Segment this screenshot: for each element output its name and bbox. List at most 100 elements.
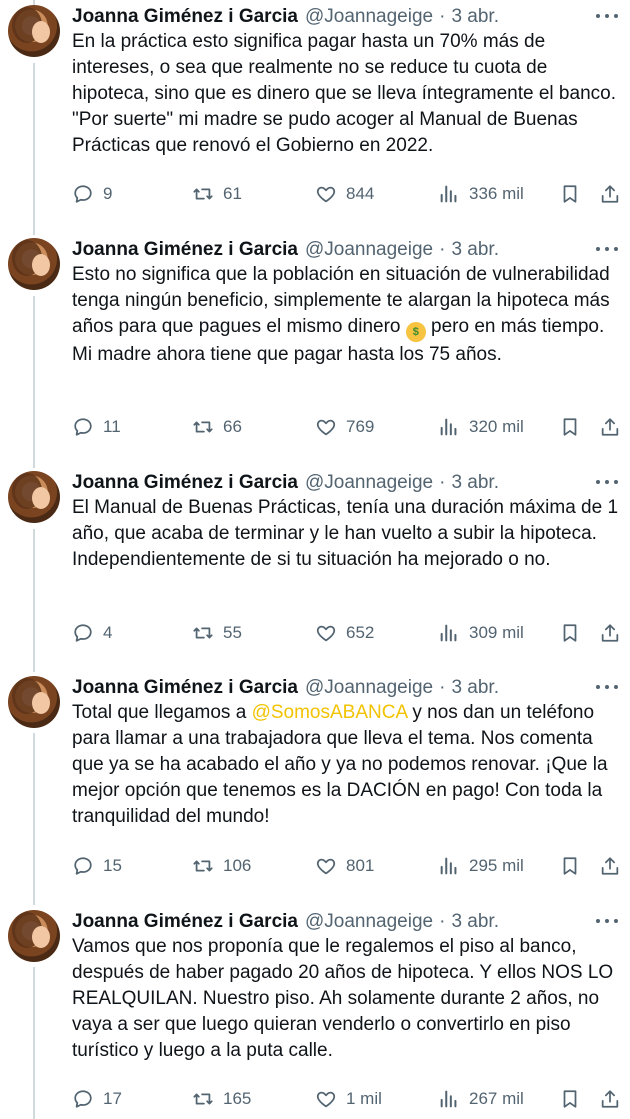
avatar[interactable] xyxy=(8,238,60,290)
bookmark-button[interactable] xyxy=(559,180,581,208)
bookmark-button[interactable] xyxy=(559,1085,581,1113)
tweet-date[interactable]: 3 abr. xyxy=(451,677,499,699)
author-handle[interactable]: @Joannageige xyxy=(305,677,433,699)
tweet[interactable]: Joanna Giménez i Garcia @Joannageige · 3… xyxy=(0,471,630,670)
retweet-button[interactable]: 66 xyxy=(192,413,242,441)
views-button[interactable]: 336 mil xyxy=(438,180,524,208)
tweet-actions: 17 165 1 mil 267 mil xyxy=(72,1085,622,1113)
like-count: 844 xyxy=(346,184,375,203)
share-button[interactable] xyxy=(599,1085,621,1113)
tweet[interactable]: Joanna Giménez i Garcia @Joannageige · 3… xyxy=(0,910,630,1119)
views-count: 309 mil xyxy=(469,623,524,642)
reply-button[interactable]: 4 xyxy=(72,619,112,647)
avatar[interactable] xyxy=(8,5,60,57)
views-button[interactable]: 267 mil xyxy=(438,1085,524,1113)
share-button[interactable] xyxy=(599,619,621,647)
reply-button[interactable]: 11 xyxy=(72,413,121,441)
share-upload-icon xyxy=(601,185,619,203)
mention-link[interactable]: @SomosABANCA xyxy=(252,702,408,723)
reply-button[interactable]: 17 xyxy=(72,1085,122,1113)
tweet-actions: 11 66 769 320 mil xyxy=(72,413,622,441)
tweet-text: Vamos que nos proponía que le regalemos … xyxy=(72,936,614,1061)
like-button[interactable]: 844 xyxy=(315,180,374,208)
retweet-icon xyxy=(193,627,213,639)
separator-dot: · xyxy=(439,6,446,27)
more-dots-icon[interactable] xyxy=(596,682,618,692)
reply-count: 9 xyxy=(103,184,113,203)
views-count: 267 mil xyxy=(469,1089,524,1108)
bookmark-icon xyxy=(563,185,577,203)
tweet[interactable]: Joanna Giménez i Garcia @Joannageige · 3… xyxy=(0,5,630,233)
avatar[interactable] xyxy=(8,676,60,728)
heart-icon xyxy=(316,1091,336,1108)
retweet-button[interactable]: 55 xyxy=(192,619,242,647)
tweet-date[interactable]: 3 abr. xyxy=(451,472,499,494)
like-count: 801 xyxy=(346,856,375,875)
tweet-text: Esto no significa que la población en si… xyxy=(72,262,622,368)
separator-dot: · xyxy=(439,677,446,698)
share-button[interactable] xyxy=(599,413,621,441)
bookmark-button[interactable] xyxy=(559,413,581,441)
retweet-count: 61 xyxy=(223,184,242,203)
retweet-icon xyxy=(193,188,213,200)
retweet-count: 55 xyxy=(223,623,242,642)
like-button[interactable]: 801 xyxy=(315,852,374,880)
separator-dot: · xyxy=(439,911,446,932)
author-name[interactable]: Joanna Giménez i Garcia xyxy=(72,911,298,933)
share-upload-icon xyxy=(601,857,619,875)
share-button[interactable] xyxy=(599,852,621,880)
tweet[interactable]: Joanna Giménez i Garcia @Joannageige · 3… xyxy=(0,238,630,466)
author-name[interactable]: Joanna Giménez i Garcia xyxy=(72,6,298,28)
more-dots-icon[interactable] xyxy=(596,244,618,254)
retweet-button[interactable]: 165 xyxy=(192,1085,251,1113)
like-button[interactable]: 1 mil xyxy=(315,1085,382,1113)
bar-chart-icon xyxy=(440,624,457,642)
heart-icon xyxy=(316,419,336,436)
tweet-header: Joanna Giménez i Garcia @Joannageige · 3… xyxy=(72,238,499,262)
author-handle[interactable]: @Joannageige xyxy=(305,6,433,28)
reply-button[interactable]: 15 xyxy=(72,852,122,880)
share-upload-icon xyxy=(601,418,619,436)
retweet-button[interactable]: 106 xyxy=(192,852,251,880)
avatar[interactable] xyxy=(8,471,60,523)
money-mouth-face-emoji: $ xyxy=(405,322,426,342)
retweet-icon xyxy=(193,860,213,872)
author-handle[interactable]: @Joannageige xyxy=(305,472,433,494)
bookmark-button[interactable] xyxy=(559,852,581,880)
tweet-date[interactable]: 3 abr. xyxy=(451,911,499,933)
reply-button[interactable]: 9 xyxy=(72,180,112,208)
retweet-icon xyxy=(193,421,213,433)
share-button[interactable] xyxy=(599,180,621,208)
bar-chart-icon xyxy=(440,418,457,436)
bookmark-button[interactable] xyxy=(559,619,581,647)
author-name[interactable]: Joanna Giménez i Garcia xyxy=(72,472,298,494)
more-dots-icon[interactable] xyxy=(596,477,618,487)
author-name[interactable]: Joanna Giménez i Garcia xyxy=(72,239,298,261)
bar-chart-icon xyxy=(440,185,457,203)
bar-chart-icon xyxy=(440,1090,457,1108)
more-dots-icon[interactable] xyxy=(596,11,618,21)
retweet-icon xyxy=(193,1093,213,1105)
views-button[interactable]: 295 mil xyxy=(438,852,524,880)
reply-count: 11 xyxy=(103,417,121,436)
tweet-date[interactable]: 3 abr. xyxy=(451,239,499,261)
author-handle[interactable]: @Joannageige xyxy=(305,239,433,261)
bookmark-icon xyxy=(563,624,577,642)
tweet[interactable]: Joanna Giménez i Garcia @Joannageige · 3… xyxy=(0,676,630,904)
more-dots-icon[interactable] xyxy=(596,916,618,926)
reply-count: 4 xyxy=(103,623,113,642)
tweet-actions: 15 106 801 295 mil xyxy=(72,852,622,880)
views-count: 295 mil xyxy=(469,856,524,875)
author-name[interactable]: Joanna Giménez i Garcia xyxy=(72,677,298,699)
views-button[interactable]: 320 mil xyxy=(438,413,524,441)
tweet-date[interactable]: 3 abr. xyxy=(451,6,499,28)
like-button[interactable]: 652 xyxy=(315,619,374,647)
avatar[interactable] xyxy=(8,910,60,962)
retweet-button[interactable]: 61 xyxy=(192,180,242,208)
views-button[interactable]: 309 mil xyxy=(438,619,524,647)
bar-chart-icon xyxy=(440,857,457,875)
like-button[interactable]: 769 xyxy=(315,413,374,441)
author-handle[interactable]: @Joannageige xyxy=(305,911,433,933)
heart-icon xyxy=(316,858,336,875)
tweet-text: Total que llegamos a @SomosABANCA y nos … xyxy=(72,700,622,830)
